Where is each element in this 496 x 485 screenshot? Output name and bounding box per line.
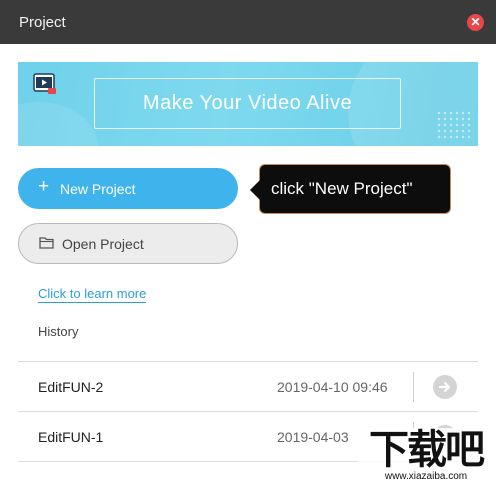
banner-slogan: Make Your Video Alive	[94, 78, 401, 129]
open-arrow-icon[interactable]	[433, 375, 457, 399]
banner-dots	[436, 110, 474, 140]
tooltip-arrow	[250, 180, 260, 200]
open-project-label: Open Project	[62, 236, 144, 252]
window-title: Project	[19, 14, 66, 31]
history-row[interactable]: EditFUN-2 2019-04-10 09:46	[18, 361, 478, 411]
row-divider	[413, 372, 414, 402]
project-name: EditFUN-2	[38, 379, 104, 395]
instruction-tooltip: click "New Project"	[250, 164, 451, 214]
project-name: EditFUN-1	[38, 429, 104, 445]
learn-more-link[interactable]: Click to learn more	[38, 286, 147, 303]
watermark-url: www.xiazaiba.com	[384, 471, 468, 482]
title-bar: Project ✕	[0, 0, 496, 44]
tooltip-text: click "New Project"	[271, 179, 413, 198]
site-watermark: 下载吧 www.xiazaiba.com	[358, 428, 494, 483]
promo-banner: Make Your Video Alive	[18, 62, 478, 146]
history-heading: History	[38, 324, 79, 339]
watermark-logo: 下载吧	[369, 427, 485, 473]
banner-decoration	[18, 102, 98, 146]
folder-icon	[39, 237, 54, 249]
video-editor-logo-icon	[33, 73, 56, 94]
project-date: 2019-04-10 09:46	[277, 379, 388, 395]
new-project-button[interactable]: + New Project	[18, 168, 238, 209]
plus-icon: +	[38, 176, 50, 197]
close-icon[interactable]: ✕	[467, 14, 484, 31]
project-date: 2019-04-03	[277, 429, 349, 445]
open-project-button[interactable]: Open Project	[18, 223, 238, 264]
new-project-label: New Project	[60, 181, 136, 197]
